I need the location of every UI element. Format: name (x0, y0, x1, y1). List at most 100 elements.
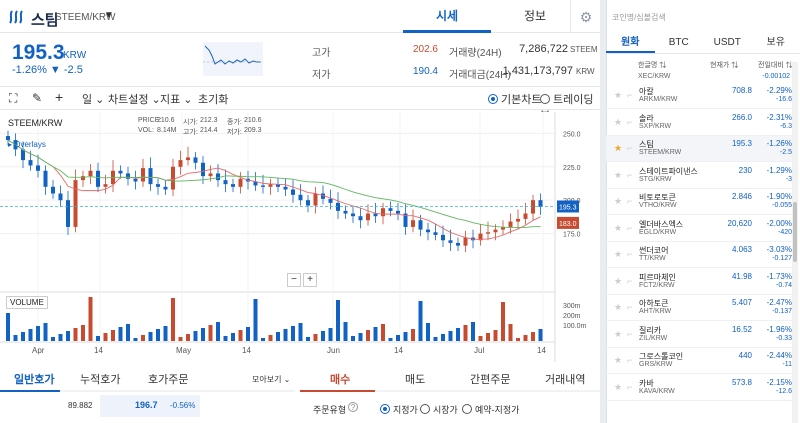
price-tick: 175.0 (563, 232, 581, 239)
volume-bar (231, 333, 235, 341)
coin-change-pct: -2.00% (766, 218, 792, 228)
coin-search-input[interactable]: 코인명/심볼검색 (612, 12, 666, 23)
star-icon[interactable]: ★ (614, 276, 622, 287)
order-type-reserved[interactable]: 예약-지정가 (462, 403, 519, 416)
coin-row[interactable]: ★ ⌐ 아하토큰 AHT/KRW 5.407 -2.47% -0.137 (606, 295, 792, 321)
candlestick-chart[interactable]: 250.0225.0200.0175.0300m200m100.0mApr14M… (0, 112, 600, 362)
tab-market[interactable]: 시세 (403, 0, 491, 33)
star-icon[interactable]: ★ (614, 143, 622, 154)
candle-body (516, 218, 520, 222)
volume-bar (433, 337, 438, 341)
coin-row[interactable]: ★ ⌐ 스팀 STEEM/KRW 195.3 -1.26% -2.5 (606, 136, 792, 162)
candle-body (366, 213, 370, 221)
volume-bar (238, 330, 243, 341)
candle-body (388, 208, 393, 211)
coin-row[interactable]: ★ ⌐ 아칼 ARKM/KRW 708.8 -2.29% -16.6 (606, 83, 792, 109)
high-value: 202.6 (412, 44, 438, 55)
coin-change-pct: -3.03% (766, 245, 792, 254)
chart-pair: STEEM/KRW (8, 118, 63, 128)
volume-label: 거래량(24H) (449, 48, 502, 59)
tab-sell[interactable]: 매도 (405, 371, 425, 387)
mini-price-chart (203, 42, 263, 76)
star-icon[interactable]: ★ (614, 170, 622, 181)
star-icon[interactable]: ★ (614, 90, 622, 101)
zoom-out-button[interactable]: − (287, 273, 301, 287)
ma-price-tag-text: 183.0 (559, 221, 577, 228)
candle-body (531, 200, 535, 214)
coin-row[interactable]: ★ ⌐ 엘더바스엑스 EGLD/KRW 20,620 -2.00% -420 (606, 216, 792, 242)
tab-krw[interactable]: 원화 (606, 32, 655, 53)
star-icon[interactable]: ★ (614, 382, 622, 393)
indicators-menu[interactable]: 지표 ⌄ (160, 91, 193, 107)
time-tick: Jul (474, 346, 484, 355)
crosshair-icon[interactable]: + (55, 89, 63, 105)
coin-row[interactable]: ★ ⌐ 피르마체인 FCT2/KRW 41.98 -1.73% -0.74 (606, 269, 792, 295)
help-icon[interactable]: ? (348, 402, 358, 412)
volume-bar (6, 313, 10, 341)
tab-cumulative[interactable]: 누적호가 (80, 371, 120, 387)
chart-settings-menu[interactable]: 차트설정 ⌄ (108, 91, 161, 107)
volume-bar (306, 337, 310, 341)
ohlc-value-low: 209.3 (244, 127, 262, 134)
tab-trade-history[interactable]: 거래내역 (545, 371, 585, 387)
tab-holdings[interactable]: 보유 (752, 32, 800, 53)
coin-row[interactable]: ★ ⌐ 질리카 ZIL/KRW 16.52 -1.96% -0.33 (606, 322, 792, 348)
order-type-limit[interactable]: 지정가 (380, 403, 418, 416)
tab-info[interactable]: 정보 (491, 0, 579, 33)
volume-bar (21, 332, 25, 341)
coin-row[interactable]: ★ ⌐ 그로스톨코인 GRS/KRW 440 -2.44% -11 (606, 348, 792, 374)
candle-body (231, 184, 235, 187)
reset-button[interactable]: 초기화 (198, 91, 228, 107)
star-icon[interactable]: ★ (614, 223, 622, 234)
candle-body (208, 173, 213, 177)
coin-row[interactable]: ★ ⌐ 카바 KAVA/KRW 573.8 -2.15% -12.6 (606, 375, 792, 401)
star-icon[interactable]: ★ (614, 329, 622, 340)
time-tick: May (176, 346, 191, 355)
pencil-icon[interactable]: ✎ (32, 91, 42, 105)
tab-btc[interactable]: BTC (655, 32, 704, 53)
fullscreen-icon[interactable]: ⛶ (9, 91, 17, 106)
tab-simple-order[interactable]: 간편주문 (470, 371, 510, 387)
volume-bar (538, 329, 543, 341)
coin-row[interactable]: ★ ⌐ 솔라 SXP/KRW 266.0 -2.31% -6.3 (606, 110, 792, 136)
tab-order-book[interactable]: 일반호가 (14, 371, 54, 387)
candle-body (291, 189, 295, 195)
star-icon[interactable]: ★ (614, 355, 622, 366)
coin-row[interactable]: ★ ⌐ 비토로토큰 VTHO/KRW 2.846 -1.90% -0.055 (606, 189, 792, 215)
interval-select[interactable]: 일 ⌄ (82, 91, 104, 107)
col-change-header[interactable]: 전일대비 ⇅ (758, 60, 793, 70)
col-price-header[interactable]: 현재가 ⇅ (710, 60, 738, 70)
coin-row[interactable]: ★ ⌐ 스테이트파이낸스 STG/KRW 230 -1.29% -3 (606, 163, 792, 189)
coin-dropdown-icon[interactable]: ▼ (104, 10, 114, 21)
time-tick: Jun (327, 346, 340, 355)
volume-bar (298, 323, 303, 341)
orderbook-price[interactable]: 196.7 (135, 400, 158, 410)
candle-body (358, 216, 363, 221)
volume-bar (351, 336, 355, 341)
volume-bar (456, 328, 460, 341)
coin-pair: SXP/KRW (639, 122, 672, 130)
volume-bar (508, 324, 513, 341)
scrollbar[interactable] (792, 62, 798, 423)
gear-icon[interactable]: ⚙ (578, 9, 594, 25)
candle-body (448, 240, 453, 243)
volume-bar (13, 335, 18, 341)
overlays-toggle[interactable]: ▸ Overlays (8, 140, 46, 149)
tab-quote-order[interactable]: 호가주문 (148, 371, 188, 387)
star-icon[interactable]: ★ (614, 117, 622, 128)
tab-usdt[interactable]: USDT (703, 32, 752, 53)
star-icon[interactable]: ★ (614, 302, 622, 313)
col-name-header[interactable]: 한글명 ⇅ (638, 60, 666, 70)
coin-change-diff: -3 (785, 175, 792, 183)
basic-chart-radio[interactable]: 기본차트 (488, 91, 541, 107)
star-icon[interactable]: ★ (614, 249, 622, 260)
zoom-in-button[interactable]: + (303, 273, 317, 287)
volume-bar (463, 325, 468, 341)
coin-row[interactable]: ★ ⌐ 썬더코어 TT/KRW 4.063 -3.03% -0.127 (606, 242, 792, 268)
star-icon[interactable]: ★ (614, 196, 622, 207)
view-all-select[interactable]: 모아보기 ⌄ (252, 374, 290, 385)
order-type-market[interactable]: 시장가 (420, 403, 458, 416)
candle-body (201, 162, 205, 177)
tab-buy[interactable]: 매수 (330, 371, 350, 387)
volume-bar (28, 329, 33, 341)
